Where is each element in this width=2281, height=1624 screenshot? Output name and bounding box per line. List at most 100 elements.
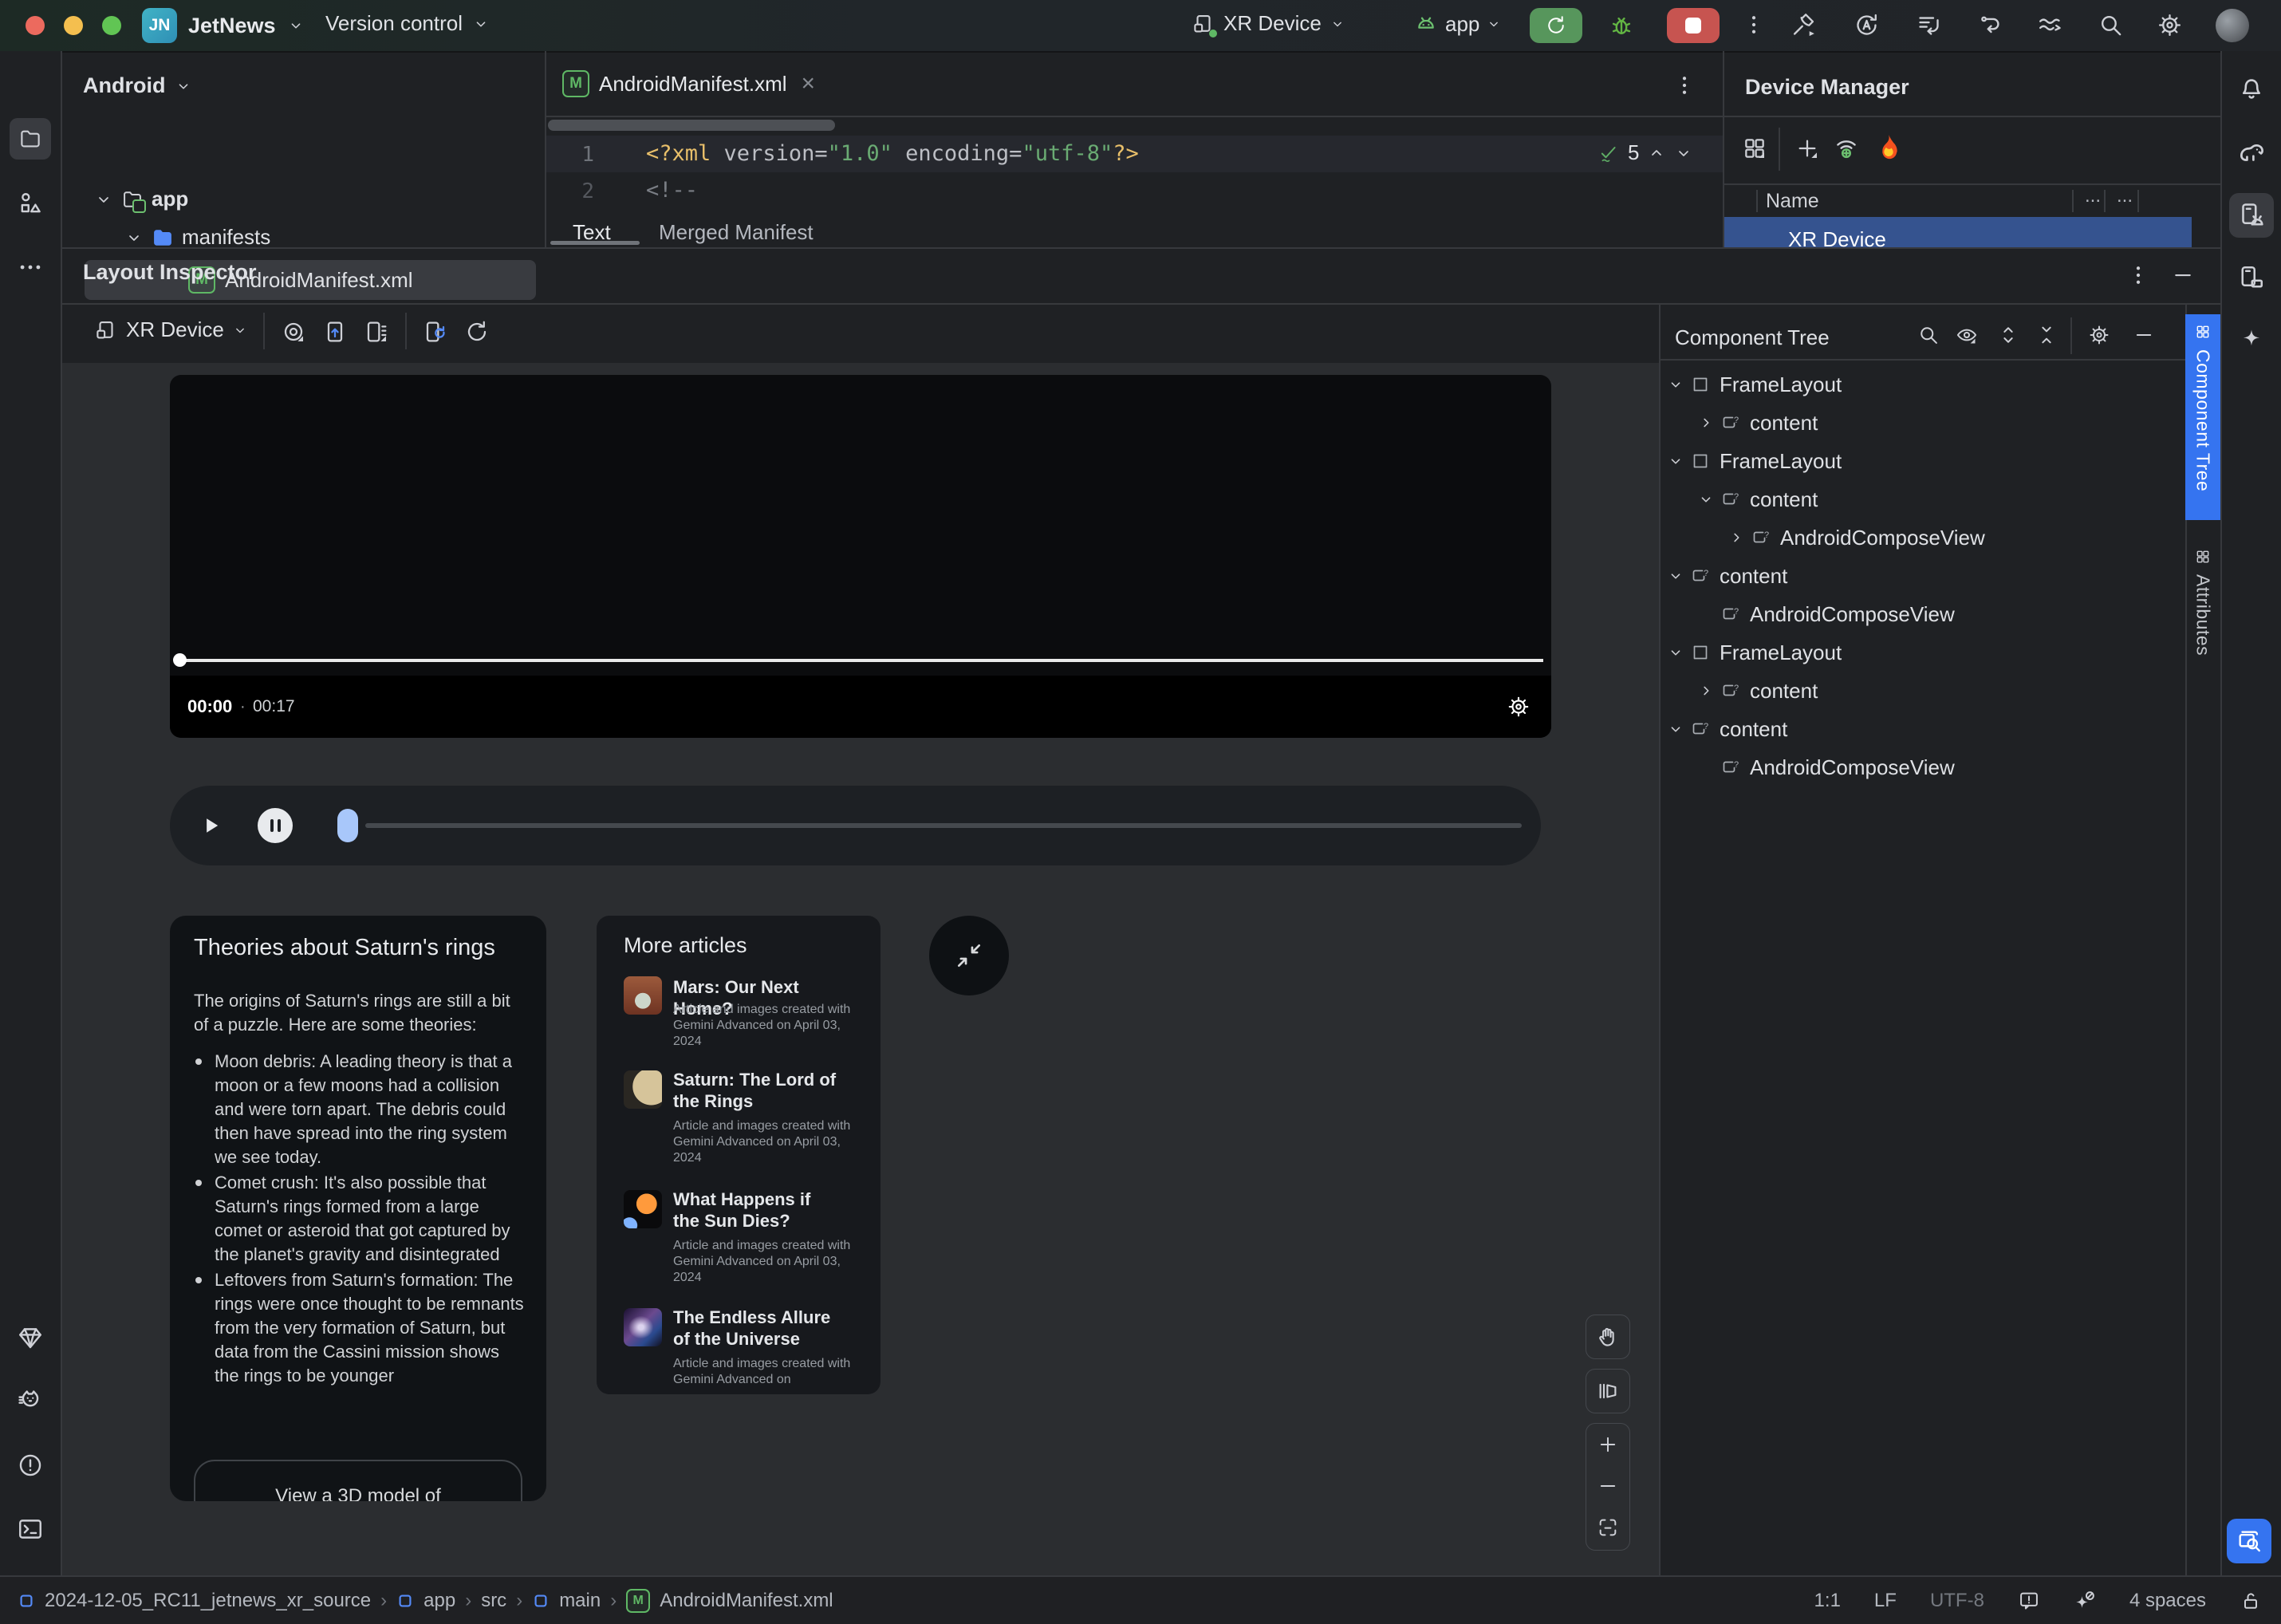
view-3d-model-button[interactable]: View a 3D model of (194, 1460, 522, 1501)
rerun-button[interactable] (1530, 8, 1582, 43)
tree-row[interactable]: FrameLayout (1661, 633, 2184, 672)
tree-search-button[interactable] (1917, 324, 1940, 346)
tool-window-running-devices-button[interactable] (2237, 263, 2266, 292)
tab-component-tree[interactable]: Component Tree (2185, 314, 2220, 520)
editor-tab-androidmanifest[interactable]: M AndroidManifest.xml × (562, 70, 815, 97)
inspector-device-selector[interactable]: XR Device (94, 317, 248, 342)
pause-button[interactable] (258, 808, 293, 843)
stop-button[interactable] (1667, 8, 1720, 43)
refresh-button[interactable] (464, 319, 490, 345)
close-icon[interactable]: × (802, 70, 816, 97)
tree-row[interactable]: AndroidComposeView (1661, 595, 2184, 633)
export-snapshot-button[interactable] (322, 319, 348, 345)
tool-window-layout-inspector-button[interactable] (2227, 1519, 2271, 1563)
tool-window-device-manager-button[interactable] (2229, 193, 2274, 238)
editor-tab-options-button[interactable] (1672, 73, 1696, 97)
debug-button[interactable] (1608, 12, 1635, 39)
layout-inspector-minimize-button[interactable] (2171, 263, 2195, 287)
column-header-dots[interactable]: ... (2117, 185, 2133, 207)
file-encoding[interactable]: UTF-8 (1930, 1590, 1984, 1612)
tree-row[interactable]: content (1661, 672, 2184, 710)
more-tool-windows-button[interactable] (17, 254, 44, 281)
tree-visibility-button[interactable] (1956, 324, 1978, 346)
run-config-selector[interactable]: app (1413, 11, 1502, 37)
tool-window-problems-button[interactable] (17, 1452, 44, 1479)
breadcrumb-item[interactable]: src (481, 1590, 506, 1612)
indent-setting[interactable]: 4 spaces (2129, 1590, 2206, 1612)
ai-assistant-off-icon[interactable] (2074, 1590, 2096, 1612)
breadcrumb-item[interactable]: app (424, 1590, 455, 1612)
layout-inspector-options-button[interactable] (2126, 263, 2150, 287)
column-header-name[interactable]: Name (1766, 190, 1819, 213)
editor-current-line[interactable]: 1 <?xml version="1.0" encoding="utf-8"?>… (546, 136, 1723, 172)
audio-player[interactable] (170, 786, 1541, 865)
avatar[interactable] (2216, 9, 2249, 42)
editor-scrollbar-thumb[interactable] (548, 120, 835, 131)
tree-minimize-button[interactable] (2133, 324, 2155, 346)
breadcrumb-item[interactable]: 2024-12-05_RC11_jetnews_xr_source (45, 1590, 371, 1612)
window-zoom-button[interactable] (102, 16, 121, 35)
tree-row[interactable]: content (1661, 480, 2184, 518)
gemini-button[interactable] (2239, 327, 2264, 353)
breadcrumb-item[interactable]: AndroidManifest.xml (660, 1590, 833, 1612)
project-view-selector[interactable]: Android (83, 73, 192, 98)
tree-row[interactable]: content (1661, 710, 2184, 748)
video-player[interactable]: 00:00 · 00:17 (170, 375, 1551, 738)
tree-settings-button[interactable] (2088, 324, 2110, 346)
zoom-out-button[interactable] (1586, 1465, 1629, 1507)
firebase-devices-button[interactable] (1874, 132, 1903, 161)
theories-card[interactable]: Theories about Saturn's rings The origin… (170, 916, 546, 1501)
tree-item-manifests[interactable]: manifests (124, 225, 270, 250)
device-view-mode-button[interactable] (1742, 136, 1767, 161)
build-analyzer-button[interactable] (1916, 12, 1942, 38)
inspector-canvas[interactable]: 00:00 · 00:17 Theories about Saturn's ri… (62, 363, 1659, 1575)
tree-collapse-all-button[interactable] (2035, 324, 2058, 346)
tab-merged-manifest[interactable]: Merged Manifest (659, 220, 814, 245)
zoom-in-button[interactable] (1586, 1424, 1629, 1465)
caret-position[interactable]: 1:1 (1814, 1590, 1841, 1612)
breadcrumb-item[interactable]: main (559, 1590, 601, 1612)
device-selector[interactable]: XR Device (1192, 11, 1345, 37)
window-close-button[interactable] (26, 16, 45, 35)
audio-slider-thumb[interactable] (337, 809, 358, 842)
next-problem-icon[interactable] (1674, 144, 1693, 163)
profiler-button[interactable] (2037, 12, 2063, 38)
unlock-icon[interactable] (2240, 1590, 2262, 1612)
video-progress-track[interactable] (178, 659, 1543, 662)
tree-row[interactable]: AndroidComposeView (1661, 518, 2184, 557)
live-updates-button[interactable] (423, 319, 448, 345)
settings-button[interactable] (2157, 12, 2183, 38)
zoom-to-fit-button[interactable] (1586, 1507, 1629, 1548)
tree-row[interactable]: FrameLayout (1661, 365, 2184, 404)
tool-window-terminal-button[interactable] (17, 1516, 44, 1543)
collapse-panel-fab[interactable] (929, 916, 1009, 995)
tool-window-logcat-button[interactable] (17, 1388, 44, 1415)
code-line-1[interactable]: <?xml version="1.0" encoding="utf-8"?> (646, 141, 1139, 166)
pair-wifi-device-button[interactable] (1833, 134, 1860, 161)
inspections-widget[interactable]: 5 (1597, 140, 1693, 165)
3d-mode-button[interactable] (1586, 1369, 1630, 1413)
tool-window-gradle-button[interactable] (2236, 137, 2267, 168)
layer-spacing-button[interactable] (364, 319, 389, 345)
vcs-widget[interactable]: Version control (325, 11, 490, 36)
code-line-2[interactable]: <!-- (646, 178, 698, 203)
line-ending[interactable]: LF (1874, 1590, 1897, 1612)
tree-item-app[interactable]: app (94, 187, 188, 213)
add-device-button[interactable] (1794, 136, 1820, 161)
column-header-dots[interactable]: ... (2085, 185, 2101, 207)
tool-window-app-quality-insights-button[interactable] (17, 1324, 44, 1351)
toggle-deep-inspect-button[interactable] (281, 319, 306, 345)
prev-problem-icon[interactable] (1647, 144, 1666, 163)
audio-slider-track[interactable] (365, 823, 1522, 828)
play-icon[interactable] (200, 814, 223, 837)
tab-attributes[interactable]: Attributes (2185, 539, 2220, 715)
video-progress-knob[interactable] (173, 653, 187, 667)
notifications-button[interactable] (2237, 73, 2281, 102)
tool-window-project-button[interactable] (10, 118, 51, 160)
video-settings-button[interactable] (1507, 695, 1531, 719)
sync-button[interactable] (1854, 12, 1880, 38)
tree-expand-all-button[interactable] (1997, 324, 2019, 346)
tree-row[interactable]: content (1661, 404, 2184, 442)
tree-row[interactable]: AndroidComposeView (1661, 748, 2184, 786)
device-row-xr-device[interactable]: XR Device (1724, 217, 2192, 247)
